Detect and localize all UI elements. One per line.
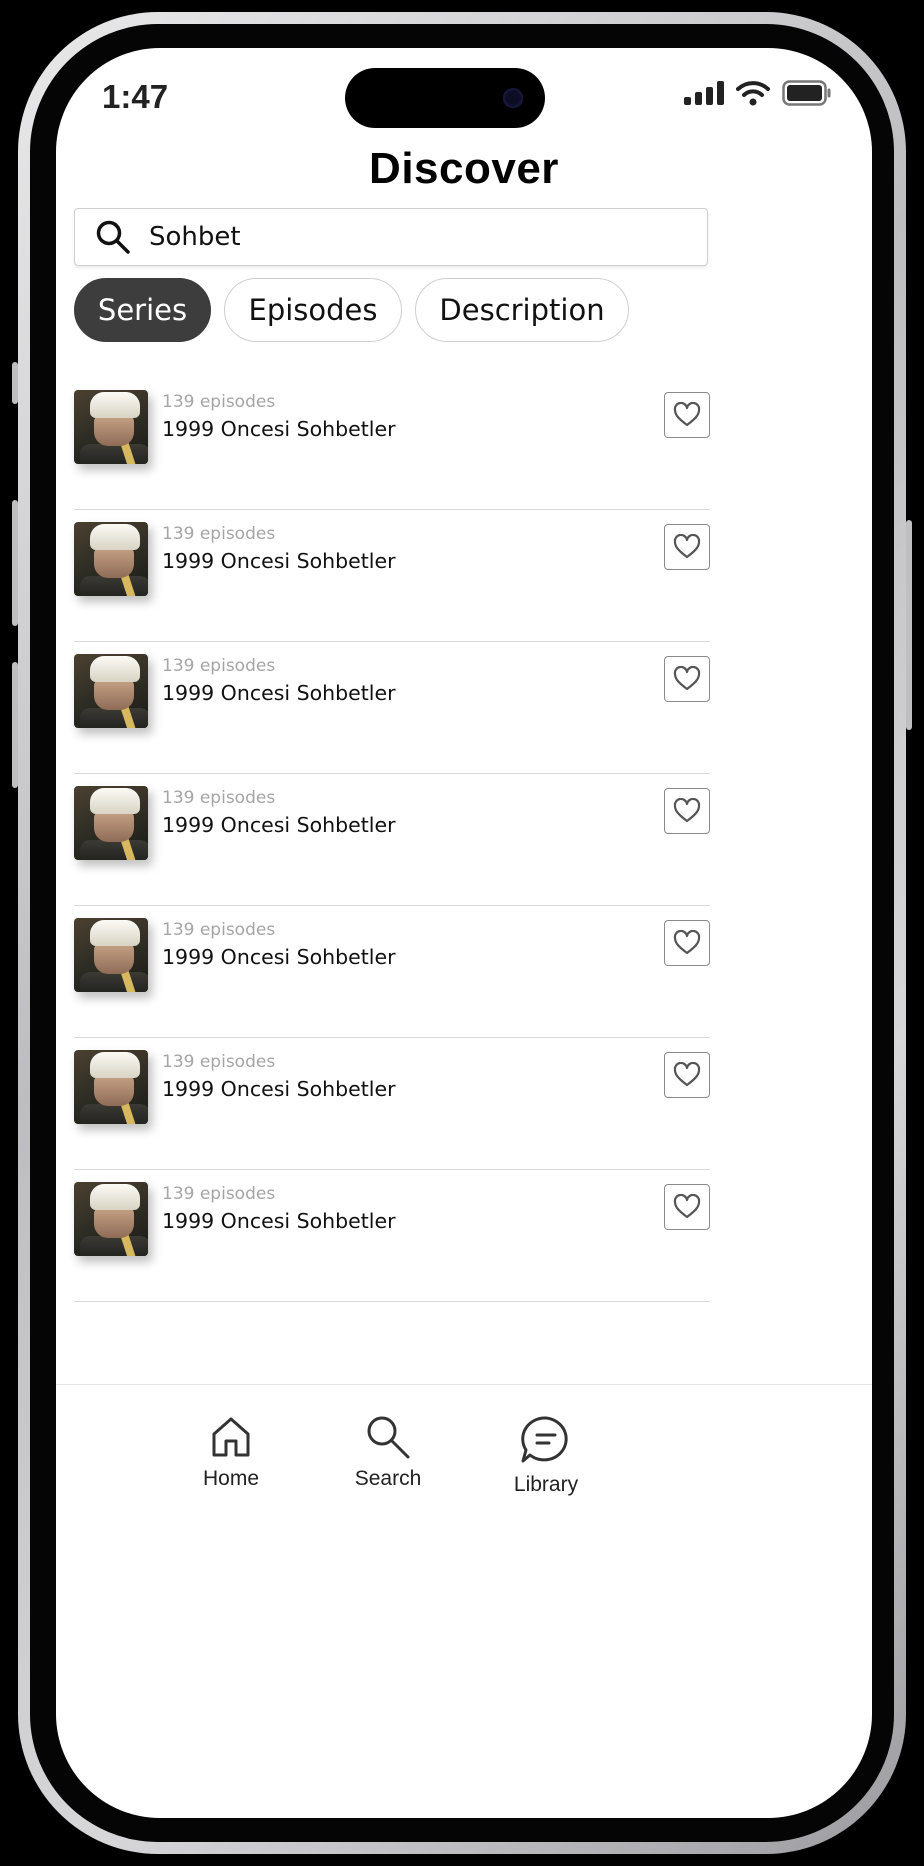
chat-icon (521, 1416, 568, 1463)
search-icon (367, 1416, 410, 1459)
heart-icon (673, 930, 701, 955)
nav-home-label: Home (202, 1467, 260, 1490)
results-list: 139 episodes 1999 Oncesi Sohbetler 139 ep… (74, 378, 710, 1302)
series-title: 1999 Oncesi Sohbetler (162, 813, 396, 837)
episode-count: 139 episodes (162, 392, 276, 412)
heart-icon (673, 534, 701, 559)
heart-icon (673, 798, 701, 823)
status-time: 1:47 (102, 78, 169, 115)
series-title: 1999 Oncesi Sohbetler (162, 1077, 396, 1101)
list-item[interactable]: 139 episodes 1999 Oncesi Sohbetler (74, 642, 710, 774)
screen: 1:47 Discover Series Episodes Descriptio… (56, 48, 872, 1818)
series-title: 1999 Oncesi Sohbetler (162, 681, 396, 705)
action-button (12, 362, 18, 404)
series-title: 1999 Oncesi Sohbetler (162, 945, 396, 969)
favorite-button[interactable] (664, 788, 710, 834)
favorite-button[interactable] (664, 656, 710, 702)
tab-series[interactable]: Series (74, 278, 211, 342)
page-title: Discover (369, 144, 559, 193)
favorite-button[interactable] (664, 920, 710, 966)
tab-description[interactable]: Description (415, 278, 629, 342)
filter-tabs: Series Episodes Description (74, 278, 629, 342)
episode-count: 139 episodes (162, 524, 276, 544)
nav-home[interactable]: Home (171, 1415, 291, 1491)
list-item[interactable]: 139 episodes 1999 Oncesi Sohbetler (74, 510, 710, 642)
tab-episodes[interactable]: Episodes (224, 278, 402, 342)
episode-count: 139 episodes (162, 1184, 276, 1204)
series-thumbnail (74, 918, 148, 992)
wifi-icon (736, 81, 770, 106)
favorite-button[interactable] (664, 1184, 710, 1230)
series-thumbnail (74, 1182, 148, 1256)
camera-icon (503, 88, 523, 108)
search-bar[interactable] (74, 208, 708, 266)
heart-icon (673, 402, 701, 427)
series-thumbnail (74, 1050, 148, 1124)
episode-count: 139 episodes (162, 788, 276, 808)
list-item[interactable]: 139 episodes 1999 Oncesi Sohbetler (74, 774, 710, 906)
heart-icon (673, 666, 701, 691)
series-thumbnail (74, 522, 148, 596)
search-icon (96, 220, 130, 254)
episode-count: 139 episodes (162, 920, 276, 940)
nav-library-label: Library (513, 1473, 579, 1496)
series-title: 1999 Oncesi Sohbetler (162, 549, 396, 573)
series-thumbnail (74, 786, 148, 860)
battery-icon (782, 80, 831, 106)
home-icon (212, 1417, 250, 1457)
nav-search-label: Search (354, 1467, 422, 1490)
heart-icon (673, 1062, 701, 1087)
favorite-button[interactable] (664, 392, 710, 438)
favorite-button[interactable] (664, 524, 710, 570)
nav-search[interactable]: Search (328, 1415, 448, 1491)
volume-down-button (12, 662, 18, 788)
search-input[interactable] (149, 222, 649, 252)
list-item[interactable]: 139 episodes 1999 Oncesi Sohbetler (74, 1170, 710, 1302)
volume-up-button (12, 500, 18, 626)
series-title: 1999 Oncesi Sohbetler (162, 417, 396, 441)
series-thumbnail (74, 654, 148, 728)
series-thumbnail (74, 390, 148, 464)
favorite-button[interactable] (664, 1052, 710, 1098)
status-icons (684, 80, 832, 106)
power-button (906, 520, 912, 730)
list-item[interactable]: 139 episodes 1999 Oncesi Sohbetler (74, 1038, 710, 1170)
episode-count: 139 episodes (162, 1052, 276, 1072)
list-item[interactable]: 139 episodes 1999 Oncesi Sohbetler (74, 378, 710, 510)
series-title: 1999 Oncesi Sohbetler (162, 1209, 396, 1233)
bottom-nav: Home Search Library (56, 1384, 872, 1575)
list-item[interactable]: 139 episodes 1999 Oncesi Sohbetler (74, 906, 710, 1038)
nav-library[interactable]: Library (486, 1416, 606, 1497)
heart-icon (673, 1194, 701, 1219)
dynamic-island (345, 68, 545, 128)
cellular-signal-icon (684, 81, 724, 105)
episode-count: 139 episodes (162, 656, 276, 676)
